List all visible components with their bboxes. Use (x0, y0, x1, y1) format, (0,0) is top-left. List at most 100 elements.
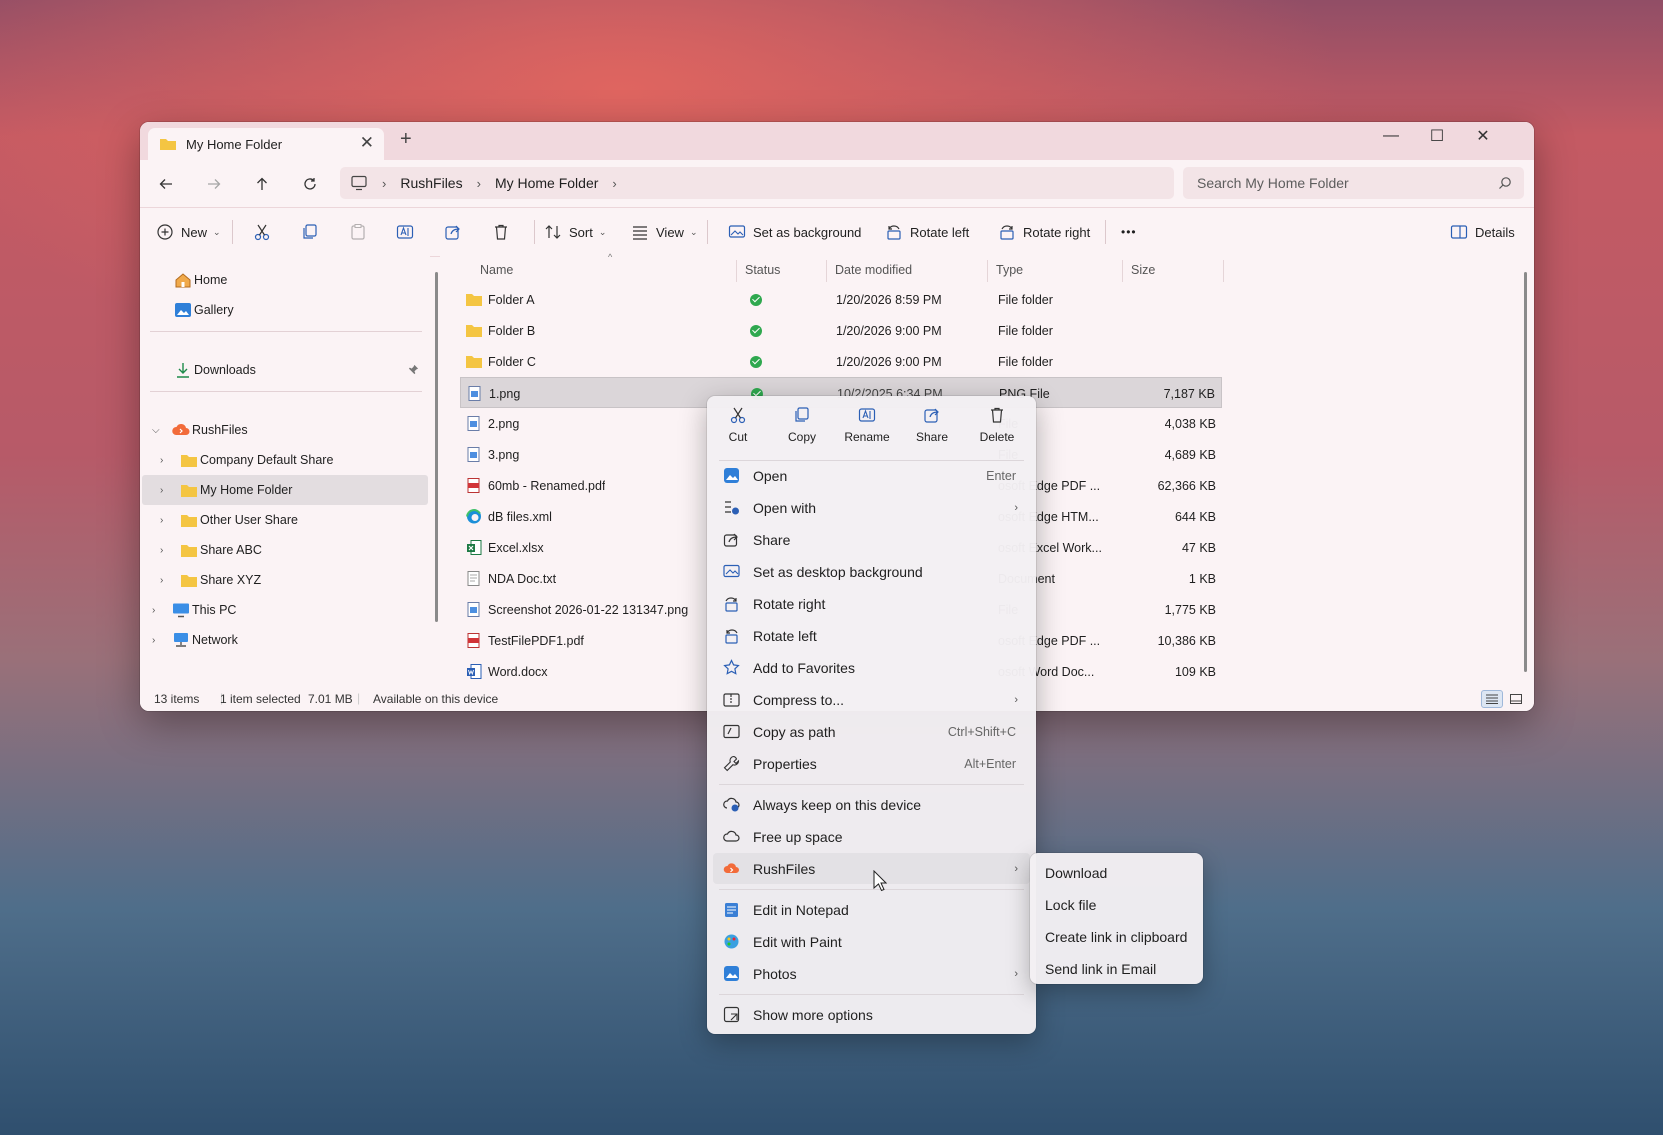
menu-item-set-desktop-background[interactable]: Set as desktop background (713, 556, 1030, 587)
menu-item-rushfiles[interactable]: RushFiles › (713, 853, 1030, 884)
forward-button[interactable] (202, 172, 226, 196)
sidebar-item-my-home-folder[interactable]: › My Home Folder (142, 475, 428, 505)
sidebar-item-home[interactable]: Home (142, 265, 428, 295)
chevron-right-icon[interactable]: › (160, 545, 163, 556)
column-divider[interactable] (1122, 260, 1123, 282)
chevron-right-icon[interactable]: › (152, 635, 155, 646)
sidebar-scrollbar[interactable] (435, 272, 438, 622)
sidebar-item-network[interactable]: › Network (142, 625, 428, 655)
details-button[interactable]: Details (1450, 208, 1515, 256)
cut-button[interactable] (253, 208, 271, 256)
menu-item-compress-to[interactable]: Compress to... › (713, 684, 1030, 715)
table-row[interactable]: Folder A 1/20/2026 8:59 PM File folder (460, 284, 1222, 315)
details-view-button[interactable] (1481, 690, 1503, 708)
rename-button[interactable] (396, 208, 414, 256)
sidebar-item-gallery[interactable]: Gallery (142, 295, 428, 325)
copy-icon (303, 224, 317, 239)
sidebar-item-other-user-share[interactable]: › Other User Share (142, 505, 428, 535)
chevron-right-icon[interactable]: › (160, 485, 163, 496)
new-button[interactable]: New ⌄ (156, 208, 221, 256)
sidebar-item-rushfiles[interactable]: ⌵ RushFiles (142, 415, 428, 445)
refresh-button[interactable] (298, 172, 322, 196)
menu-item-photos[interactable]: Photos › (713, 958, 1030, 989)
share-button[interactable] (444, 208, 462, 256)
sidebar-item-company-default-share[interactable]: › Company Default Share (142, 445, 428, 475)
context-delete-button[interactable]: Delete (967, 406, 1027, 456)
chevron-down-icon[interactable]: ⌵ (152, 425, 160, 436)
submenu-item-create-link-clipboard[interactable]: Create link in clipboard (1034, 921, 1199, 952)
menu-item-add-to-favorites[interactable]: Add to Favorites (713, 652, 1030, 683)
pdf-file-icon (467, 478, 480, 493)
menu-item-free-up-space[interactable]: Free up space (713, 821, 1030, 852)
context-copy-button[interactable]: Copy (772, 406, 832, 456)
back-button[interactable] (154, 172, 178, 196)
menu-item-open[interactable]: Open Enter (713, 460, 1030, 491)
breadcrumb-my-home-folder[interactable]: My Home Folder (495, 175, 598, 191)
submenu-item-lock-file[interactable]: Lock file (1034, 889, 1199, 920)
column-header-date-modified[interactable]: Date modified (835, 256, 912, 284)
paste-button[interactable] (349, 208, 367, 256)
menu-item-edit-with-paint[interactable]: Edit with Paint (713, 926, 1030, 957)
menu-item-edit-in-notepad[interactable]: Edit in Notepad (713, 894, 1030, 925)
chevron-right-icon[interactable]: › (160, 515, 163, 526)
context-rename-button[interactable]: Rename (837, 406, 897, 456)
pin-icon[interactable] (408, 364, 419, 375)
maximize-button[interactable]: ☐ (1414, 122, 1460, 150)
sort-button[interactable]: Sort ⌄ (544, 208, 606, 256)
file-list-scrollbar[interactable] (1524, 272, 1527, 672)
menu-item-rotate-right[interactable]: Rotate right (713, 588, 1030, 619)
sidebar-item-share-abc[interactable]: › Share ABC (142, 535, 428, 565)
rotate-right-button[interactable]: Rotate right (998, 208, 1090, 256)
sidebar-item-share-xyz[interactable]: › Share XYZ (142, 565, 428, 595)
chevron-right-icon[interactable]: › (152, 605, 155, 616)
file-name: Excel.xlsx (488, 540, 544, 555)
tab-my-home-folder[interactable]: My Home Folder ✕ (148, 128, 384, 160)
menu-item-show-more-options[interactable]: Show more options (713, 999, 1030, 1030)
column-header-name[interactable]: Name (480, 256, 513, 284)
sidebar-item-downloads[interactable]: Downloads (142, 355, 428, 385)
chevron-right-icon[interactable]: › (160, 575, 163, 586)
sidebar-item-this-pc[interactable]: › This PC (142, 595, 428, 625)
column-divider[interactable] (1223, 260, 1224, 282)
photos-app-icon (724, 468, 739, 483)
rotate-left-button[interactable]: Rotate left (885, 208, 969, 256)
menu-item-always-keep-on-device[interactable]: Always keep on this device (713, 789, 1030, 820)
table-row[interactable]: Folder C 1/20/2026 9:00 PM File folder (460, 346, 1222, 377)
close-window-button[interactable]: ✕ (1460, 122, 1506, 150)
context-share-button[interactable]: Share (902, 406, 962, 456)
chevron-right-icon[interactable]: › (612, 176, 616, 191)
column-header-status[interactable]: Status (745, 256, 780, 284)
breadcrumb-rushfiles[interactable]: RushFiles (400, 175, 462, 191)
more-options-button[interactable]: ••• (1121, 208, 1137, 256)
menu-item-properties[interactable]: Properties Alt+Enter (713, 748, 1030, 779)
submenu-item-label: Download (1045, 864, 1108, 881)
up-button[interactable] (250, 172, 274, 196)
context-cut-button[interactable]: Cut (708, 406, 768, 456)
rename-icon (396, 225, 414, 239)
table-row[interactable]: Folder B 1/20/2026 9:00 PM File folder (460, 315, 1222, 346)
menu-item-copy-as-path[interactable]: Copy as path Ctrl+Shift+C (713, 716, 1030, 747)
address-bar[interactable]: › RushFiles › My Home Folder › (340, 167, 1174, 199)
menu-item-rotate-left[interactable]: Rotate left (713, 620, 1030, 651)
column-divider[interactable] (987, 260, 988, 282)
menu-item-open-with[interactable]: Open with › (713, 492, 1030, 523)
menu-item-share[interactable]: Share (713, 524, 1030, 555)
preview-view-button[interactable] (1505, 690, 1527, 708)
copy-button[interactable] (301, 208, 319, 256)
divider (719, 994, 1024, 995)
delete-button[interactable] (492, 208, 510, 256)
chevron-right-icon[interactable]: › (160, 455, 163, 466)
close-tab-icon[interactable]: ✕ (360, 133, 374, 153)
new-tab-button[interactable]: + (400, 128, 412, 151)
sidebar-item-label: Home (194, 273, 228, 287)
column-divider[interactable] (826, 260, 827, 282)
set-as-background-button[interactable]: Set as background (728, 208, 861, 256)
column-header-type[interactable]: Type (996, 256, 1023, 284)
view-button[interactable]: View ⌄ (631, 208, 698, 256)
minimize-button[interactable]: — (1368, 122, 1414, 150)
column-header-size[interactable]: Size (1131, 256, 1155, 284)
column-divider[interactable] (736, 260, 737, 282)
submenu-item-download[interactable]: Download (1034, 857, 1199, 888)
submenu-item-send-link-email[interactable]: Send link in Email (1034, 953, 1199, 984)
search-input[interactable]: Search My Home Folder (1183, 167, 1524, 199)
